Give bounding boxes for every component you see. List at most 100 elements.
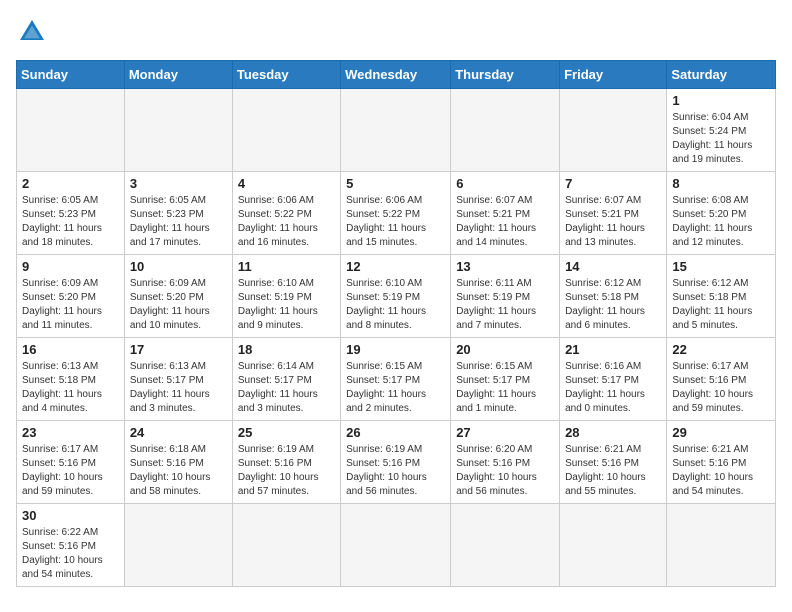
day-info: Sunrise: 6:19 AM Sunset: 5:16 PM Dayligh… — [346, 443, 445, 499]
day-info: Sunrise: 6:06 AM Sunset: 5:22 PM Dayligh… — [238, 194, 335, 250]
day-info: Sunrise: 6:13 AM Sunset: 5:17 PM Dayligh… — [130, 360, 227, 416]
day-number: 11 — [238, 259, 335, 274]
day-number: 10 — [130, 259, 227, 274]
day-number: 4 — [238, 176, 335, 191]
day-number: 24 — [130, 425, 227, 440]
calendar-header-row: SundayMondayTuesdayWednesdayThursdayFrid… — [17, 61, 776, 89]
day-header-monday: Monday — [124, 61, 232, 89]
day-number: 23 — [22, 425, 119, 440]
day-info: Sunrise: 6:12 AM Sunset: 5:18 PM Dayligh… — [565, 277, 661, 333]
calendar-week-row: 2 Sunrise: 6:05 AM Sunset: 5:23 PM Daylig… — [17, 172, 776, 255]
calendar-day-cell: 18 Sunrise: 6:14 AM Sunset: 5:17 PM Dayli… — [232, 338, 340, 421]
calendar-day-cell: 4 Sunrise: 6:06 AM Sunset: 5:22 PM Daylig… — [232, 172, 340, 255]
calendar-day-cell: 7 Sunrise: 6:07 AM Sunset: 5:21 PM Daylig… — [560, 172, 667, 255]
day-number: 16 — [22, 342, 119, 357]
calendar-day-cell: 14 Sunrise: 6:12 AM Sunset: 5:18 PM Dayli… — [560, 255, 667, 338]
day-info: Sunrise: 6:20 AM Sunset: 5:16 PM Dayligh… — [456, 443, 554, 499]
calendar-day-cell — [451, 89, 560, 172]
calendar-week-row: 16 Sunrise: 6:13 AM Sunset: 5:18 PM Dayli… — [17, 338, 776, 421]
calendar-day-cell: 20 Sunrise: 6:15 AM Sunset: 5:17 PM Dayli… — [451, 338, 560, 421]
day-info: Sunrise: 6:14 AM Sunset: 5:17 PM Dayligh… — [238, 360, 335, 416]
day-number: 3 — [130, 176, 227, 191]
day-number: 8 — [672, 176, 770, 191]
day-number: 5 — [346, 176, 445, 191]
calendar-day-cell — [451, 504, 560, 587]
calendar-day-cell: 9Sunrise: 6:09 AM Sunset: 5:20 PM Daylig… — [17, 255, 125, 338]
calendar-day-cell: 19 Sunrise: 6:15 AM Sunset: 5:17 PM Dayli… — [341, 338, 451, 421]
calendar-day-cell: 3 Sunrise: 6:05 AM Sunset: 5:23 PM Daylig… — [124, 172, 232, 255]
day-info: Sunrise: 6:07 AM Sunset: 5:21 PM Dayligh… — [456, 194, 554, 250]
day-header-wednesday: Wednesday — [341, 61, 451, 89]
calendar-week-row: 30 Sunrise: 6:22 AM Sunset: 5:16 PM Dayli… — [17, 504, 776, 587]
day-info: Sunrise: 6:17 AM Sunset: 5:16 PM Dayligh… — [22, 443, 119, 499]
day-number: 6 — [456, 176, 554, 191]
day-info: Sunrise: 6:16 AM Sunset: 5:17 PM Dayligh… — [565, 360, 661, 416]
day-number: 19 — [346, 342, 445, 357]
day-number: 26 — [346, 425, 445, 440]
calendar-day-cell — [124, 504, 232, 587]
day-info: Sunrise: 6:09 AM Sunset: 5:20 PM Dayligh… — [22, 277, 119, 333]
calendar-day-cell: 27 Sunrise: 6:20 AM Sunset: 5:16 PM Dayli… — [451, 421, 560, 504]
day-info: Sunrise: 6:10 AM Sunset: 5:19 PM Dayligh… — [346, 277, 445, 333]
day-info: Sunrise: 6:21 AM Sunset: 5:16 PM Dayligh… — [672, 443, 770, 499]
day-info: Sunrise: 6:13 AM Sunset: 5:18 PM Dayligh… — [22, 360, 119, 416]
day-info: Sunrise: 6:07 AM Sunset: 5:21 PM Dayligh… — [565, 194, 661, 250]
day-number: 1 — [672, 93, 770, 108]
calendar-day-cell — [667, 504, 776, 587]
day-info: Sunrise: 6:15 AM Sunset: 5:17 PM Dayligh… — [346, 360, 445, 416]
calendar-day-cell: 25 Sunrise: 6:19 AM Sunset: 5:16 PM Dayli… — [232, 421, 340, 504]
day-number: 22 — [672, 342, 770, 357]
calendar-day-cell: 16 Sunrise: 6:13 AM Sunset: 5:18 PM Dayli… — [17, 338, 125, 421]
day-number: 28 — [565, 425, 661, 440]
day-number: 17 — [130, 342, 227, 357]
day-number: 21 — [565, 342, 661, 357]
day-number: 15 — [672, 259, 770, 274]
calendar-table: SundayMondayTuesdayWednesdayThursdayFrid… — [16, 60, 776, 587]
calendar-day-cell: 12Sunrise: 6:10 AM Sunset: 5:19 PM Dayli… — [341, 255, 451, 338]
day-info: Sunrise: 6:22 AM Sunset: 5:16 PM Dayligh… — [22, 526, 119, 582]
day-number: 30 — [22, 508, 119, 523]
day-info: Sunrise: 6:21 AM Sunset: 5:16 PM Dayligh… — [565, 443, 661, 499]
day-info: Sunrise: 6:10 AM Sunset: 5:19 PM Dayligh… — [238, 277, 335, 333]
calendar-week-row: 23 Sunrise: 6:17 AM Sunset: 5:16 PM Dayli… — [17, 421, 776, 504]
day-number: 25 — [238, 425, 335, 440]
calendar-day-cell: 11 Sunrise: 6:10 AM Sunset: 5:19 PM Dayli… — [232, 255, 340, 338]
day-number: 2 — [22, 176, 119, 191]
day-info: Sunrise: 6:11 AM Sunset: 5:19 PM Dayligh… — [456, 277, 554, 333]
day-info: Sunrise: 6:06 AM Sunset: 5:22 PM Dayligh… — [346, 194, 445, 250]
calendar-day-cell — [341, 504, 451, 587]
logo-icon — [16, 16, 48, 48]
day-number: 18 — [238, 342, 335, 357]
day-info: Sunrise: 6:05 AM Sunset: 5:23 PM Dayligh… — [22, 194, 119, 250]
day-number: 7 — [565, 176, 661, 191]
calendar-day-cell: 23 Sunrise: 6:17 AM Sunset: 5:16 PM Dayli… — [17, 421, 125, 504]
calendar-day-cell: 17 Sunrise: 6:13 AM Sunset: 5:17 PM Dayli… — [124, 338, 232, 421]
calendar-day-cell: 8Sunrise: 6:08 AM Sunset: 5:20 PM Daylig… — [667, 172, 776, 255]
calendar-week-row: 1Sunrise: 6:04 AM Sunset: 5:24 PM Daylig… — [17, 89, 776, 172]
day-header-saturday: Saturday — [667, 61, 776, 89]
page-header — [16, 16, 776, 48]
day-info: Sunrise: 6:18 AM Sunset: 5:16 PM Dayligh… — [130, 443, 227, 499]
day-info: Sunrise: 6:05 AM Sunset: 5:23 PM Dayligh… — [130, 194, 227, 250]
logo — [16, 16, 52, 48]
calendar-day-cell: 6 Sunrise: 6:07 AM Sunset: 5:21 PM Daylig… — [451, 172, 560, 255]
day-info: Sunrise: 6:19 AM Sunset: 5:16 PM Dayligh… — [238, 443, 335, 499]
day-number: 27 — [456, 425, 554, 440]
calendar-day-cell — [124, 89, 232, 172]
calendar-day-cell — [560, 89, 667, 172]
calendar-day-cell — [17, 89, 125, 172]
day-number: 14 — [565, 259, 661, 274]
day-info: Sunrise: 6:15 AM Sunset: 5:17 PM Dayligh… — [456, 360, 554, 416]
calendar-day-cell — [232, 89, 340, 172]
calendar-day-cell: 26 Sunrise: 6:19 AM Sunset: 5:16 PM Dayli… — [341, 421, 451, 504]
calendar-day-cell: 2 Sunrise: 6:05 AM Sunset: 5:23 PM Daylig… — [17, 172, 125, 255]
calendar-day-cell: 15Sunrise: 6:12 AM Sunset: 5:18 PM Dayli… — [667, 255, 776, 338]
calendar-day-cell: 10Sunrise: 6:09 AM Sunset: 5:20 PM Dayli… — [124, 255, 232, 338]
day-header-friday: Friday — [560, 61, 667, 89]
day-header-thursday: Thursday — [451, 61, 560, 89]
calendar-day-cell: 30 Sunrise: 6:22 AM Sunset: 5:16 PM Dayli… — [17, 504, 125, 587]
calendar-day-cell: 28 Sunrise: 6:21 AM Sunset: 5:16 PM Dayli… — [560, 421, 667, 504]
day-number: 20 — [456, 342, 554, 357]
day-number: 29 — [672, 425, 770, 440]
calendar-day-cell — [341, 89, 451, 172]
